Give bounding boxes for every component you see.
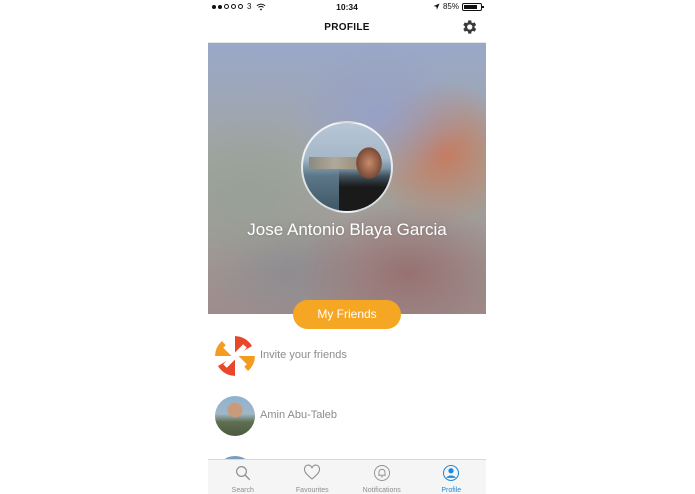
- profile-name: Jose Antonio Blaya Garcia: [247, 220, 447, 239]
- settings-gear-icon[interactable]: [460, 18, 478, 36]
- status-right: 85%: [433, 2, 484, 11]
- friend-avatar: [215, 396, 255, 436]
- friend-name: Amin Abu-Taleb: [260, 409, 338, 421]
- navigation-bar: PROFILE: [208, 14, 486, 43]
- tab-label: Search: [231, 487, 254, 494]
- search-icon: [235, 466, 250, 481]
- my-friends-button[interactable]: My Friends: [293, 300, 401, 329]
- status-bar: 3 10:34 85%: [208, 0, 486, 14]
- heart-icon: [304, 464, 321, 480]
- invite-logo-icon: [215, 336, 255, 376]
- location-arrow-icon: [433, 3, 440, 10]
- battery-percent: 85%: [442, 2, 459, 11]
- tab-label: Profile: [441, 487, 462, 494]
- tab-favourites[interactable]: Favourites: [278, 460, 348, 494]
- list-item-friend[interactable]: Amin Abu-Taleb: [208, 392, 486, 452]
- list-item-invite-friends[interactable]: Invite your friends: [208, 332, 486, 392]
- tab-notifications[interactable]: Notifications: [347, 460, 417, 494]
- invite-friends-label: Invite your friends: [260, 349, 347, 361]
- friends-list: Invite your friends Amin Abu-Taleb: [208, 332, 486, 494]
- page-title: PROFILE: [324, 22, 370, 33]
- tab-bar: Search Favourites Notifications Profile: [208, 459, 486, 494]
- person-icon: [443, 464, 460, 482]
- tab-label: Favourites: [295, 487, 329, 494]
- tab-label: Notifications: [362, 487, 401, 494]
- tab-search[interactable]: Search: [208, 460, 278, 494]
- profile-avatar[interactable]: [301, 121, 393, 213]
- battery-icon: [462, 2, 484, 11]
- profile-header-background: Jose Antonio Blaya Garcia: [208, 43, 486, 314]
- phone-screen: 3 10:34 85% PROFILE Jose Antonio Blaya G…: [208, 0, 486, 494]
- bell-icon: [373, 465, 390, 481]
- tab-profile[interactable]: Profile: [417, 460, 487, 494]
